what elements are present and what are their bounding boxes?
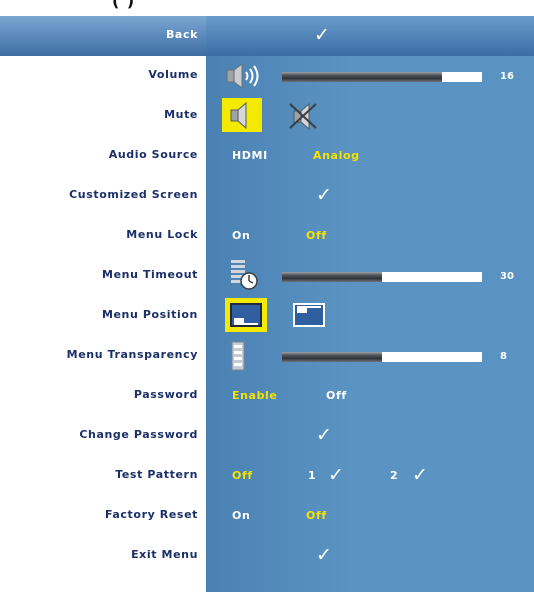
option-pattern-1[interactable]: 1 [308, 469, 316, 482]
check-icon[interactable]: ✓ [316, 544, 332, 566]
menu-item-label: Customized Screen [69, 188, 198, 201]
option-off[interactable]: Off [326, 389, 347, 402]
menu-item-volume[interactable]: Volume 16 [0, 56, 534, 96]
option-analog[interactable]: Analog [313, 149, 360, 162]
menu-item-factory-reset[interactable]: Factory Reset On Off [0, 496, 534, 536]
check-icon[interactable]: ✓ [314, 24, 330, 46]
menu-timeout-value: 30 [500, 271, 514, 282]
menu-item-label: Password [133, 388, 198, 401]
menu-transparency-slider-fill [282, 352, 382, 362]
menu-item-menu-timeout[interactable]: Menu Timeout 30 [0, 256, 534, 296]
check-icon[interactable]: ✓ [316, 184, 332, 206]
menu-item-label: Test Pattern [115, 468, 198, 481]
menu-item-label: Menu Lock [126, 228, 198, 241]
position-bottom-left-icon[interactable] [225, 298, 267, 332]
transparency-level-icon [231, 341, 245, 375]
menu-transparency-slider[interactable] [282, 352, 482, 362]
menu-item-menu-lock[interactable]: Menu Lock On Off [0, 216, 534, 256]
menu-timeout-slider[interactable] [282, 272, 482, 282]
menu-item-customized-screen[interactable]: Customized Screen ✓ [0, 176, 534, 216]
option-off[interactable]: Off [306, 509, 327, 522]
option-off[interactable]: Off [232, 469, 253, 482]
menu-item-change-password[interactable]: Change Password ✓ [0, 416, 534, 456]
menu-item-mute[interactable]: Mute [0, 96, 534, 136]
menu-item-label: Menu Timeout [102, 268, 198, 281]
volume-slider-fill [282, 72, 442, 82]
option-hdmi[interactable]: HDMI [232, 149, 268, 162]
option-pattern-2[interactable]: 2 [390, 469, 398, 482]
menu-item-back[interactable]: Back ✓ [0, 16, 534, 56]
menu-item-label: Back [165, 28, 198, 41]
speaker-icon[interactable] [222, 98, 262, 132]
menu-item-label: Audio Source [108, 148, 198, 161]
menu-item-menu-transparency[interactable]: Menu Transparency 8 [0, 336, 534, 376]
menu-item-label: Factory Reset [104, 508, 198, 521]
menu-item-menu-position[interactable]: Menu Position [0, 296, 534, 336]
check-icon[interactable]: ✓ [328, 464, 344, 486]
menu-item-label: Menu Position [101, 308, 198, 321]
check-icon[interactable]: ✓ [412, 464, 428, 486]
menu-item-label: Menu Transparency [66, 348, 198, 361]
menu-item-label: Exit Menu [131, 548, 198, 561]
menu-item-test-pattern[interactable]: Test Pattern Off 1 ✓ 2 ✓ [0, 456, 534, 496]
volume-value: 16 [500, 71, 514, 82]
speaker-muted-icon[interactable] [286, 100, 322, 136]
option-on[interactable]: On [232, 509, 250, 522]
menu-item-label: Change Password [79, 428, 198, 441]
menu-item-label: Volume [148, 68, 198, 81]
position-top-left-icon[interactable] [292, 301, 328, 333]
menu-item-exit-menu[interactable]: Exit Menu ✓ [0, 536, 534, 576]
volume-slider[interactable] [282, 72, 482, 82]
menu-item-audio-source[interactable]: Audio Source HDMI Analog [0, 136, 534, 176]
option-on[interactable]: On [232, 229, 250, 242]
menu-timeout-slider-fill [282, 272, 382, 282]
option-off[interactable]: Off [306, 229, 327, 242]
speaker-volume-icon [226, 63, 268, 93]
option-enable[interactable]: Enable [232, 389, 277, 402]
menu-transparency-value: 8 [500, 351, 507, 362]
menu-item-label: Mute [164, 108, 198, 121]
check-icon[interactable]: ✓ [316, 424, 332, 446]
timer-icon [230, 259, 260, 297]
menu-item-password[interactable]: Password Enable Off [0, 376, 534, 416]
osd-menu: Back ✓ Volume 16 Mute Audio Source HDMI … [0, 16, 534, 592]
